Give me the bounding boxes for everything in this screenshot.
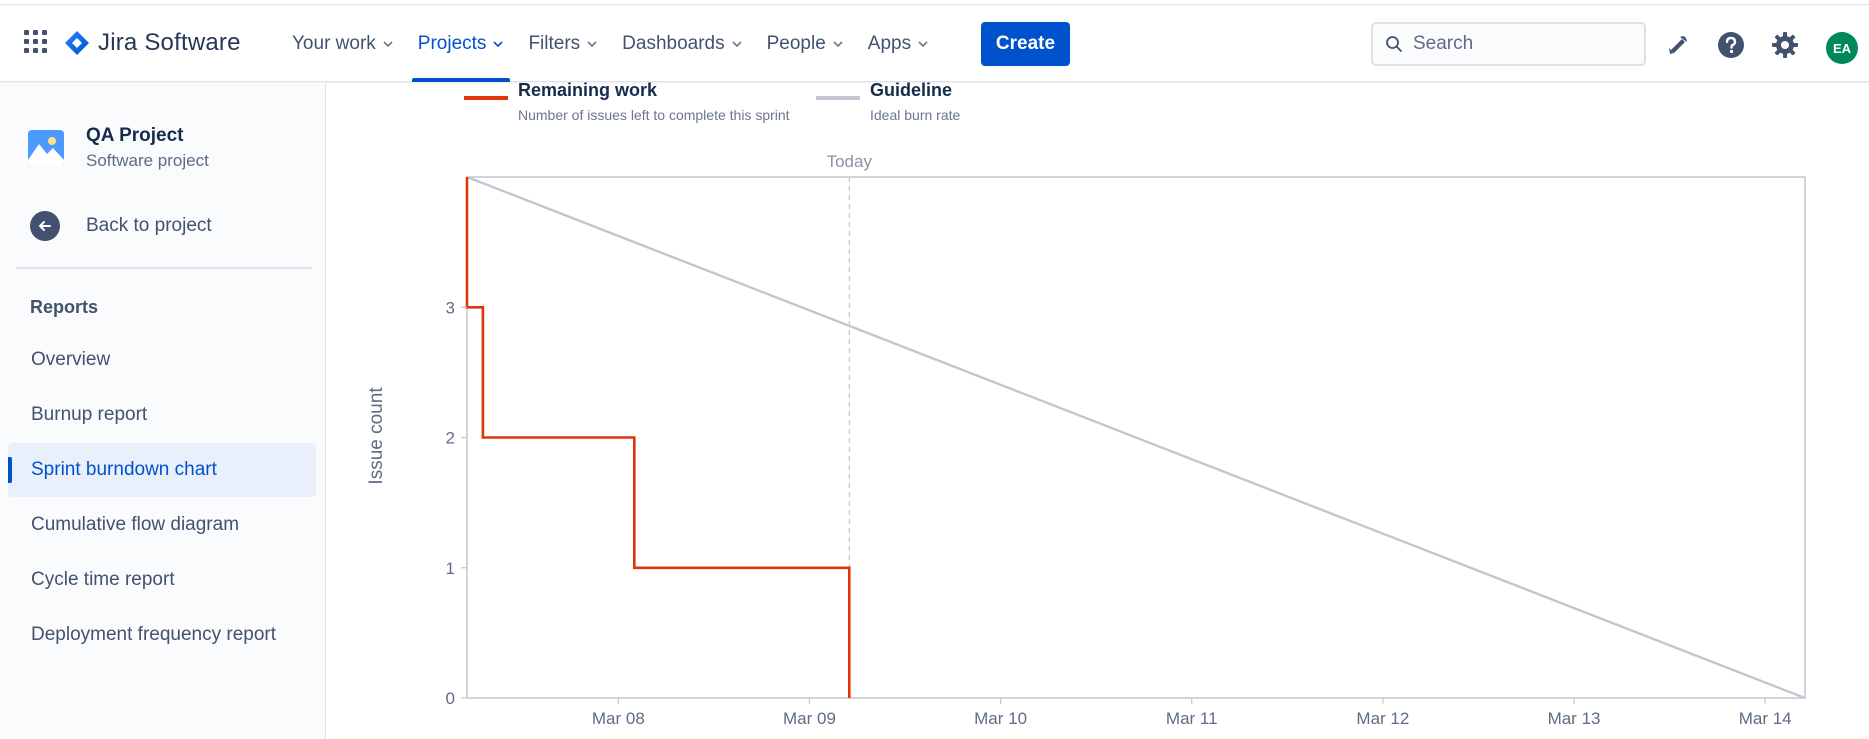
y-axis-label: Issue count [366, 387, 387, 485]
sidebar-divider [16, 267, 312, 269]
y-tick-label: 0 [446, 689, 455, 708]
nav-filters[interactable]: Filters [516, 6, 610, 82]
jira-logo[interactable]: Jira Software [64, 28, 241, 58]
remaining-work-series-line [465, 177, 851, 698]
nav-your-work[interactable]: Your work [280, 6, 406, 82]
nav-apps[interactable]: Apps [856, 6, 941, 82]
legend-guideline: Guideline Ideal burn rate [816, 80, 960, 123]
nav-label: Apps [867, 33, 912, 54]
remaining-work-swatch [464, 96, 508, 100]
sidebar-item-sprint-burndown-chart[interactable]: Sprint burndown chart [8, 443, 316, 497]
mountain-icon [28, 130, 64, 166]
project-header[interactable]: QA Project Software project [28, 125, 209, 171]
nav-people[interactable]: People [755, 6, 856, 82]
logo-text: Jira Software [98, 29, 241, 56]
create-button[interactable]: Create [981, 22, 1070, 66]
sidebar-item-burnup-report[interactable]: Burnup report [8, 388, 316, 442]
user-avatar[interactable]: EA [1826, 32, 1858, 64]
chevron-down-icon [732, 41, 742, 48]
chevron-down-icon [383, 41, 393, 48]
x-tick-label: Mar 13 [1548, 709, 1601, 728]
nav-label: Projects [417, 33, 487, 54]
top-navigation: Jira Software Your work Projects Filters… [0, 6, 1869, 82]
back-label: Back to project [86, 215, 212, 236]
nav-label: Filters [528, 33, 581, 54]
x-tick-label: Mar 08 [592, 709, 645, 728]
window-top-edge [0, 0, 1869, 5]
nav-label: Your work [292, 33, 376, 54]
nav-label: Dashboards [622, 33, 725, 54]
legend-title: Guideline [870, 80, 953, 100]
settings-gear-icon[interactable] [1770, 30, 1800, 60]
nav-projects[interactable]: Projects [406, 6, 517, 82]
legend-remaining-work: Remaining work Number of issues left to … [464, 80, 790, 123]
x-tick-label: Mar 09 [783, 709, 836, 728]
y-tick-label: 2 [446, 429, 455, 448]
sidebar-item-deployment-frequency-report[interactable]: Deployment frequency report [8, 608, 316, 662]
chevron-down-icon [587, 41, 597, 48]
x-tick-label: Mar 14 [1739, 709, 1792, 728]
reports-section-title: Reports [30, 297, 99, 317]
sidebar-item-label: Cumulative flow diagram [31, 514, 240, 535]
sidebar-item-overview[interactable]: Overview [8, 333, 316, 387]
sidebar-item-label: Cycle time report [31, 569, 175, 590]
search-input[interactable] [1413, 33, 1623, 55]
nav-dashboards[interactable]: Dashboards [610, 6, 754, 82]
sidebar-item-label: Sprint burndown chart [31, 459, 217, 480]
x-tick-label: Mar 10 [974, 709, 1027, 728]
back-to-project-link[interactable]: Back to project [30, 211, 212, 241]
chevron-down-icon [493, 41, 504, 48]
sidebar-item-label: Deployment frequency report [31, 624, 277, 645]
help-icon[interactable] [1716, 30, 1746, 60]
sidebar-item-cycle-time-report[interactable]: Cycle time report [8, 553, 316, 607]
back-arrow-icon [30, 211, 60, 241]
project-avatar [28, 130, 64, 166]
guideline-series-line [466, 175, 1806, 700]
sidebar-item-label: Burnup report [31, 404, 148, 425]
notifications-icon[interactable] [1662, 30, 1692, 60]
app-switcher-icon[interactable] [24, 30, 48, 54]
y-tick-label: 3 [446, 298, 455, 317]
search-icon [1386, 36, 1402, 52]
legend-subtitle: Number of issues left to complete this s… [518, 107, 790, 123]
legend-title: Remaining work [518, 80, 658, 100]
legend-subtitle: Ideal burn rate [870, 107, 961, 123]
x-tick-label: Mar 11 [1166, 709, 1218, 728]
today-label: Today [827, 152, 873, 171]
sprint-burndown-chart: 0 1 2 3 Mar 08 Mar 09 Mar 10 Mar 11 Mar 12 Mar 13… [366, 152, 1806, 728]
project-sidebar: QA Project Software project Back to proj… [0, 83, 326, 739]
sidebar-item-cumulative-flow-diagram[interactable]: Cumulative flow diagram [8, 498, 316, 552]
primary-nav: Your work Projects Filters Dashboards Pe… [280, 6, 941, 82]
search-box[interactable] [1371, 22, 1646, 66]
jira-diamond-icon [65, 31, 89, 55]
guideline-swatch [816, 96, 860, 100]
nav-label: People [766, 33, 826, 54]
x-tick-label: Mar 12 [1356, 709, 1409, 728]
chevron-down-icon [918, 41, 928, 48]
sidebar-item-label: Overview [31, 349, 111, 370]
chevron-down-icon [833, 41, 843, 48]
project-type: Software project [86, 151, 209, 170]
y-tick-label: 1 [446, 559, 455, 578]
project-name: QA Project [86, 125, 184, 146]
